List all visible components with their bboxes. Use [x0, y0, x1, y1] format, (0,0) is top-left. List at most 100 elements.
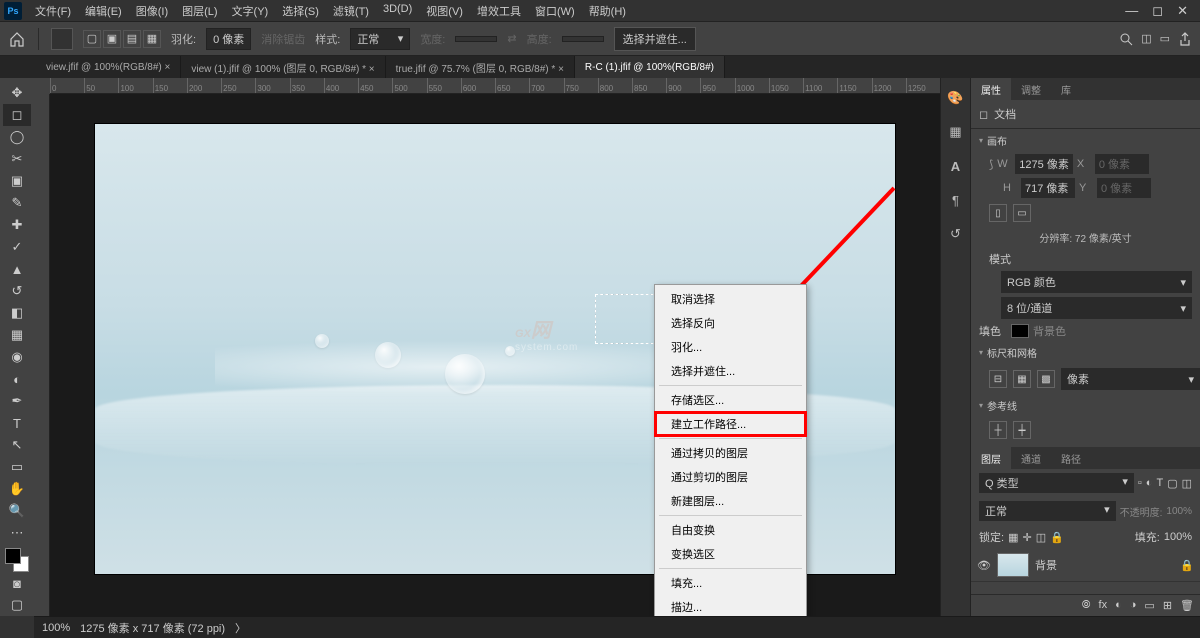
context-item[interactable]: 新建图层... — [655, 489, 806, 513]
menu-v[interactable]: 视图(V) — [419, 3, 470, 19]
doc-tab[interactable]: view (1).jfif @ 100% (图层 0, RGB/8#) * × — [181, 56, 385, 78]
bit-depth-dropdown[interactable]: 8 位/通道▾ — [1001, 297, 1192, 319]
context-item[interactable]: 存储选区... — [655, 388, 806, 412]
ruler-icon[interactable]: ⊟ — [989, 370, 1007, 388]
search-icon[interactable] — [1119, 32, 1133, 46]
screenmode-icon[interactable]: ▢ — [3, 594, 31, 616]
guide-h-icon[interactable]: ┼ — [1013, 421, 1031, 439]
canvas-section-header[interactable]: 画布 — [971, 129, 1200, 152]
filter-adj-icon[interactable]: ◐ — [1146, 477, 1153, 489]
menu-w[interactable]: 窗口(W) — [528, 3, 582, 19]
context-item[interactable]: 通过剪切的图层 — [655, 465, 806, 489]
new-layer-icon[interactable]: ⊞ — [1163, 599, 1172, 612]
menu-h[interactable]: 帮助(H) — [582, 3, 633, 19]
zoom-tool-icon[interactable]: 🔍 — [3, 500, 31, 522]
delete-icon[interactable]: 🗑 — [1180, 599, 1194, 612]
close-icon[interactable]: ✕ — [1177, 3, 1188, 19]
swatches-panel-icon[interactable]: ▦ — [946, 122, 966, 142]
menu-dd[interactable]: 3D(D) — [376, 3, 419, 19]
eyedropper-tool-icon[interactable]: ✎ — [3, 192, 31, 214]
adjustment-icon[interactable]: ◑ — [1130, 599, 1137, 612]
link-layers-icon[interactable]: ⦾ — [1082, 599, 1091, 612]
menu-f[interactable]: 文件(F) — [28, 3, 78, 19]
fx-icon[interactable]: fx — [1099, 599, 1108, 612]
path-tool-icon[interactable]: ↖ — [3, 434, 31, 456]
menu-[interactable]: 增效工具 — [470, 3, 528, 19]
workspace-icon[interactable]: ▭ — [1160, 32, 1170, 45]
lock-pixels-icon[interactable]: ▦ — [1008, 531, 1018, 544]
filter-smart-icon[interactable]: ◫ — [1182, 477, 1192, 490]
menu-e[interactable]: 编辑(E) — [78, 3, 129, 19]
grid2-icon[interactable]: ▩ — [1037, 370, 1055, 388]
history-brush-tool-icon[interactable]: ↺ — [3, 280, 31, 302]
context-item[interactable]: 填充... — [655, 571, 806, 595]
doc-tab[interactable]: R-C (1).jfif @ 100%(RGB/8#) — [575, 56, 725, 78]
ruler-vertical[interactable] — [34, 94, 50, 616]
brush-tool-icon[interactable]: ✓ — [3, 236, 31, 258]
doc-tab[interactable]: true.jfif @ 75.7% (图层 0, RGB/8#) * × — [386, 56, 575, 78]
ruler-unit-dropdown[interactable]: 像素▾ — [1061, 368, 1200, 390]
heal-tool-icon[interactable]: ✚ — [3, 214, 31, 236]
context-item[interactable]: 选择并遮住... — [655, 359, 806, 383]
width-value[interactable]: 1275 像素 — [1015, 154, 1073, 174]
frame-tool-icon[interactable]: ▣ — [3, 170, 31, 192]
context-item[interactable]: 取消选择 — [655, 287, 806, 311]
tab-paths[interactable]: 路径 — [1051, 447, 1091, 469]
shape-tool-icon[interactable]: ▭ — [3, 456, 31, 478]
type-tool-icon[interactable]: T — [3, 412, 31, 434]
grid-icon[interactable]: ▦ — [1013, 370, 1031, 388]
tab-libraries[interactable]: 库 — [1051, 78, 1081, 100]
link-wh-icon[interactable]: ⟆ — [989, 158, 993, 171]
move-tool-icon[interactable]: ✥ — [3, 82, 31, 104]
dodge-tool-icon[interactable]: ◐ — [3, 368, 31, 390]
minimize-icon[interactable]: — — [1125, 3, 1138, 19]
menu-i[interactable]: 图像(I) — [129, 3, 175, 19]
color-panel-icon[interactable]: 🎨 — [946, 88, 966, 108]
edit-toolbar-icon[interactable]: ⋯ — [3, 522, 31, 544]
tool-preset[interactable] — [51, 28, 73, 50]
marquee-tool-icon[interactable]: ◻ — [3, 104, 31, 126]
mode-add-icon[interactable]: ▣ — [103, 30, 121, 48]
guide-add-icon[interactable]: ┼ — [989, 421, 1007, 439]
visibility-icon[interactable]: 👁 — [977, 559, 991, 572]
maximize-icon[interactable]: ◻ — [1152, 3, 1163, 19]
select-mask-button[interactable]: 选择并遮住... — [614, 27, 696, 51]
layer-row-background[interactable]: 👁 背景 🔒 — [971, 549, 1200, 582]
lock-all-icon[interactable]: 🔒 — [1050, 531, 1064, 544]
lasso-tool-icon[interactable]: ◯ — [3, 126, 31, 148]
menu-s[interactable]: 选择(S) — [275, 3, 326, 19]
mode-int-icon[interactable]: ▦ — [143, 30, 161, 48]
tab-channels[interactable]: 通道 — [1011, 447, 1051, 469]
rulers-section-header[interactable]: 标尺和网格 — [971, 341, 1200, 364]
filter-shp-icon[interactable]: ▢ — [1167, 477, 1177, 490]
zoom-level[interactable]: 100% — [42, 622, 70, 634]
mode-new-icon[interactable]: ▢ — [83, 30, 101, 48]
orientation-portrait-icon[interactable]: ▯ — [989, 204, 1007, 222]
feather-input[interactable]: 0 像素 — [206, 28, 251, 50]
eraser-tool-icon[interactable]: ◧ — [3, 302, 31, 324]
paragraph-panel-icon[interactable]: ¶ — [946, 190, 966, 210]
filter-img-icon[interactable]: ▫ — [1138, 477, 1142, 489]
style-dropdown[interactable]: 正常▾ — [350, 28, 410, 50]
blur-tool-icon[interactable]: ◉ — [3, 346, 31, 368]
arrange-icon[interactable]: ◫ — [1141, 32, 1151, 45]
share-icon[interactable] — [1178, 32, 1192, 46]
ruler-horizontal[interactable]: 0501001502002503003504004505005506006507… — [50, 78, 940, 94]
layer-thumbnail[interactable] — [997, 553, 1029, 577]
guides-section-header[interactable]: 参考线 — [971, 394, 1200, 417]
character-panel-icon[interactable]: A — [946, 156, 966, 176]
height-value[interactable]: 717 像素 — [1021, 178, 1075, 198]
pen-tool-icon[interactable]: ✒ — [3, 390, 31, 412]
color-swatch[interactable] — [5, 548, 29, 572]
gradient-tool-icon[interactable]: ▦ — [3, 324, 31, 346]
doc-info[interactable]: 1275 像素 x 717 像素 (72 ppi) — [80, 620, 225, 636]
mask-icon[interactable]: ◐ — [1115, 599, 1122, 612]
lock-position-icon[interactable]: ✛ — [1022, 531, 1031, 544]
fill-swatch[interactable] — [1011, 324, 1029, 338]
tab-adjustments[interactable]: 调整 — [1011, 78, 1051, 100]
history-panel-icon[interactable]: ↺ — [946, 224, 966, 244]
group-icon[interactable]: ▭ — [1144, 599, 1154, 612]
stamp-tool-icon[interactable]: ▲ — [3, 258, 31, 280]
context-item[interactable]: 描边... — [655, 595, 806, 616]
quickmask-icon[interactable]: ◙ — [3, 572, 31, 594]
